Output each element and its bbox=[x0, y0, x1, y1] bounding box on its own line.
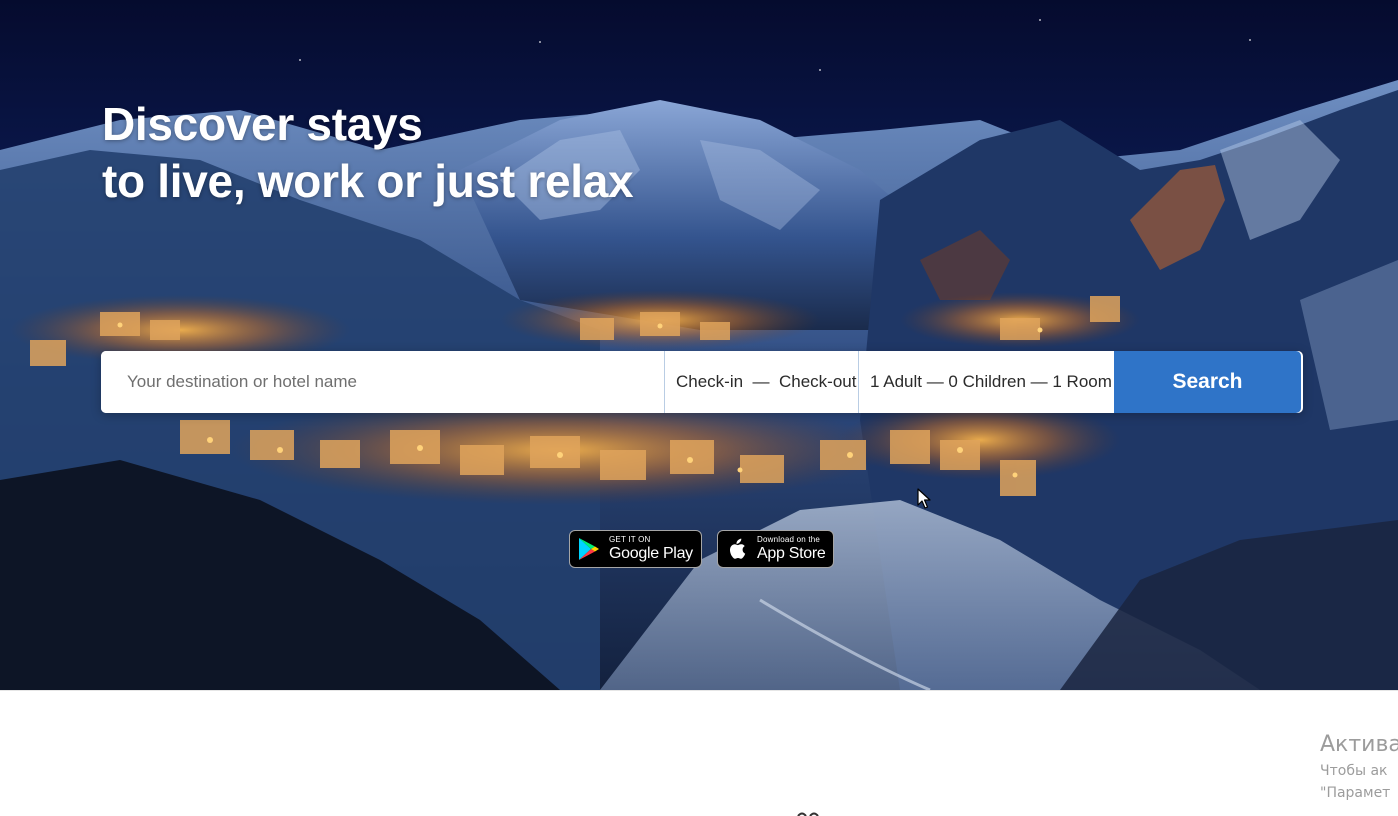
guests-rooms-label: 1 Adult — 0 Children — 1 Room bbox=[870, 372, 1112, 391]
scroll-indicator-icon bbox=[797, 812, 819, 816]
search-button[interactable]: Search bbox=[1114, 351, 1301, 413]
app-store-badge[interactable]: Download on the App Store bbox=[717, 530, 834, 568]
hero-title-line-1: Discover stays bbox=[102, 98, 423, 150]
destination-input[interactable] bbox=[101, 351, 664, 413]
google-play-badge[interactable]: GET IT ON Google Play bbox=[569, 530, 702, 568]
watermark-line-2: "Парамет bbox=[1320, 785, 1391, 801]
search-form: Check-in — Check-out 1 Adult — 0 Childre… bbox=[101, 351, 1303, 413]
app-store-small-text: Download on the bbox=[757, 535, 821, 544]
watermark-line-1: Чтобы ак bbox=[1320, 763, 1388, 779]
google-play-small-text: GET IT ON bbox=[609, 535, 651, 544]
google-play-big-text: Google Play bbox=[609, 545, 693, 562]
content-area bbox=[0, 690, 1398, 816]
mouse-cursor-icon bbox=[917, 488, 931, 509]
apple-icon bbox=[726, 536, 750, 562]
guests-rooms-selector[interactable]: 1 Adult — 0 Children — 1 Room bbox=[858, 351, 1114, 413]
page: Discover stays to live, work or just rel… bbox=[0, 0, 1398, 816]
date-range-picker[interactable]: Check-in — Check-out bbox=[664, 351, 858, 413]
hero-title-line-2: to live, work or just relax bbox=[102, 155, 634, 207]
watermark-title: Актива bbox=[1320, 732, 1398, 757]
date-range-label: Check-in — Check-out bbox=[676, 372, 857, 391]
hero-title: Discover stays to live, work or just rel… bbox=[102, 96, 634, 210]
windows-activation-watermark: Актива Чтобы ак "Парамет bbox=[1320, 730, 1398, 804]
hero-section: Discover stays to live, work or just rel… bbox=[0, 0, 1398, 690]
app-store-big-text: App Store bbox=[757, 545, 826, 562]
google-play-icon bbox=[578, 536, 602, 562]
app-store-badges: GET IT ON Google Play Download on the Ap… bbox=[569, 530, 834, 568]
